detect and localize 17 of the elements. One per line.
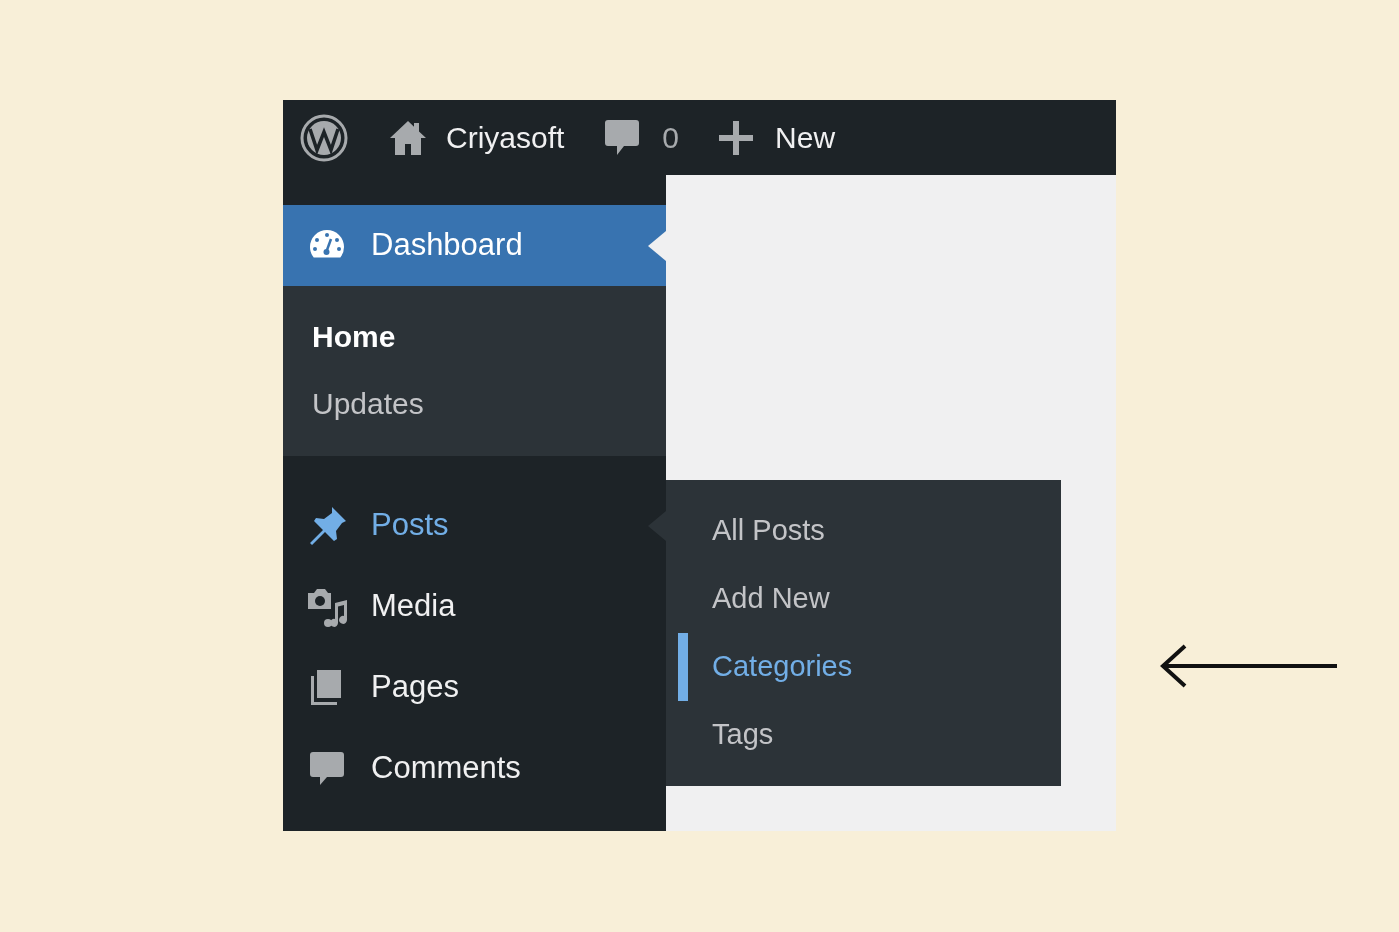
left-arrow-icon — [1159, 644, 1339, 688]
submenu-link[interactable]: Updates — [312, 381, 424, 426]
submenu-link[interactable]: Categories — [712, 645, 853, 689]
submenu-link[interactable]: All Posts — [712, 509, 825, 553]
plus-icon[interactable] — [719, 120, 754, 155]
new-link[interactable]: New — [775, 115, 836, 160]
submenu-link[interactable]: Tags — [712, 713, 774, 757]
submenu-link[interactable]: Add New — [712, 577, 830, 621]
menu-item[interactable]: Dashboard — [283, 205, 666, 286]
submenu-link[interactable]: Home — [312, 314, 396, 359]
menu-item[interactable]: Comments — [283, 728, 666, 809]
site-name-link[interactable]: Criyasoft — [446, 115, 565, 160]
pointer-notch-icon — [648, 231, 666, 261]
wordpress-logo-icon[interactable] — [300, 113, 348, 162]
menu-item[interactable]: Pages — [283, 647, 666, 728]
comment-count[interactable]: 0 — [662, 115, 680, 160]
menu-item[interactable]: Media — [283, 566, 666, 647]
